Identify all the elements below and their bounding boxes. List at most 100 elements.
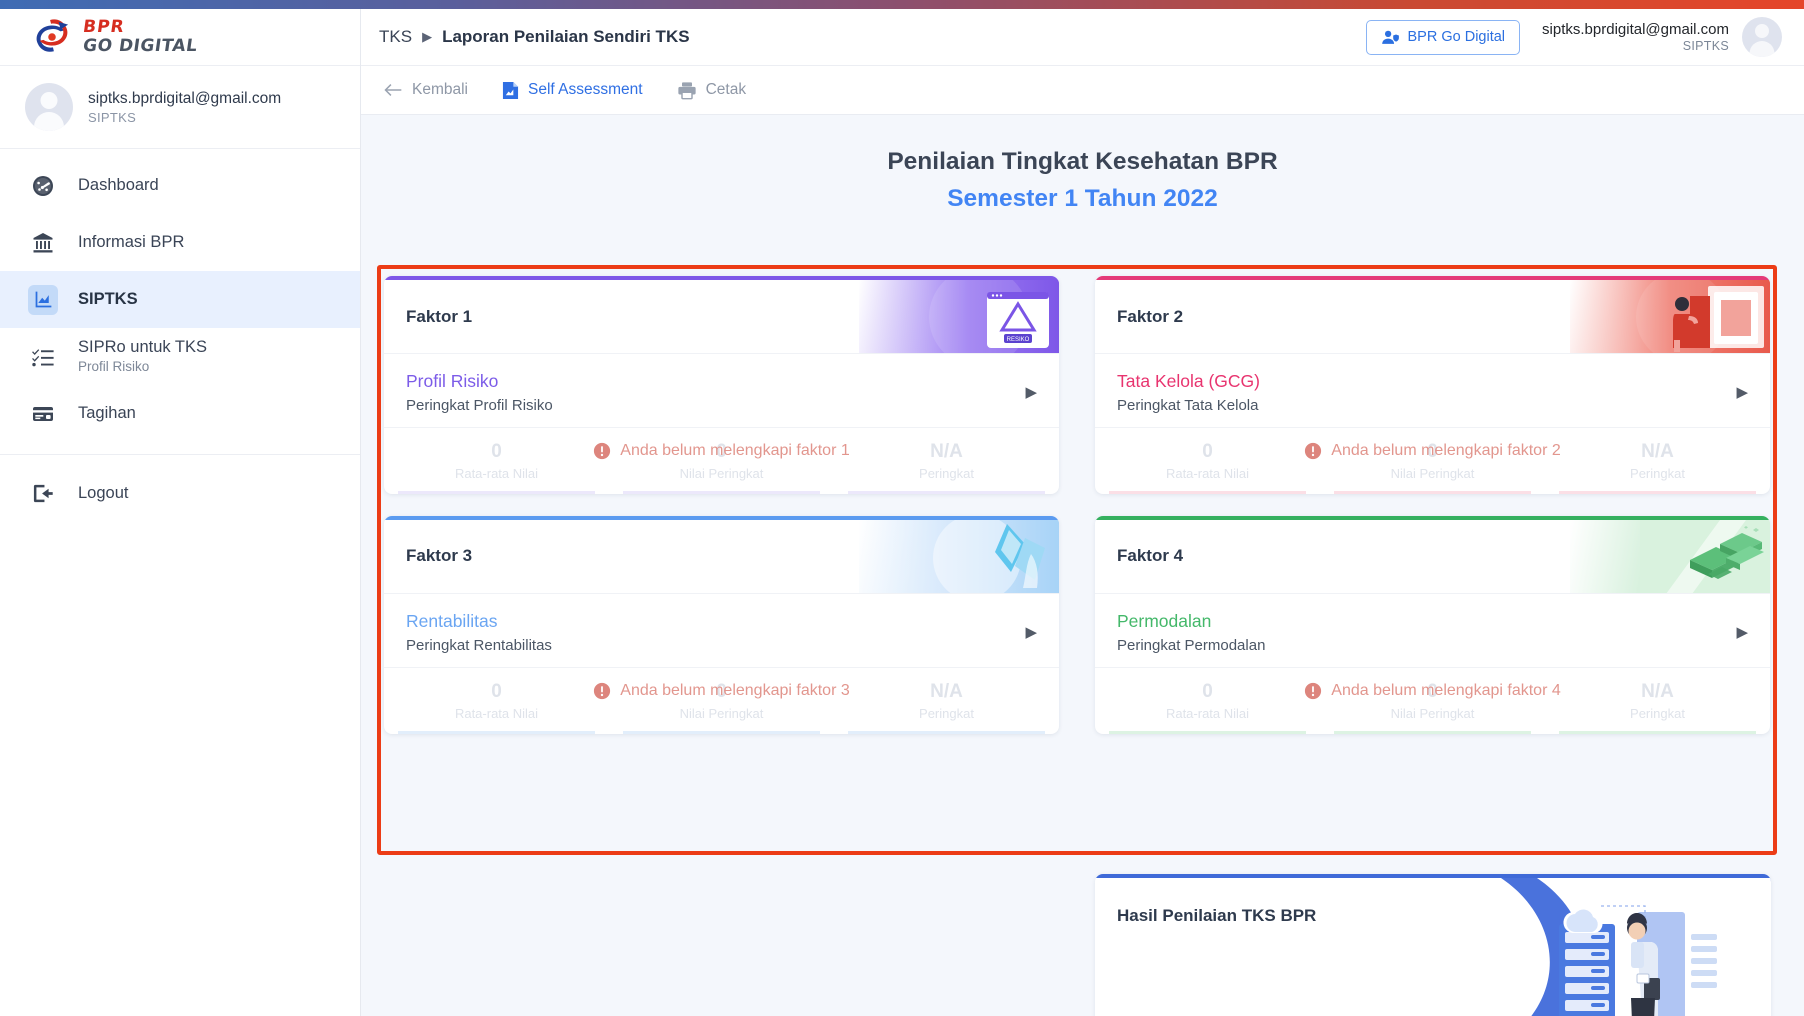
alert-circle-icon	[594, 682, 611, 699]
factor-subtitle: Peringkat Permodalan	[1117, 636, 1266, 654]
stat-label: Nilai Peringkat	[679, 705, 764, 721]
action-bar: Kembali Self Assessment Cetak	[361, 66, 1804, 115]
chevron-right-icon[interactable]: ▶	[1736, 623, 1748, 641]
avatar	[1742, 17, 1782, 57]
main-content: TKS ▶ Laporan Penilaian Sendiri TKS BPR …	[361, 9, 1804, 1016]
stat-underline	[1334, 490, 1531, 494]
sidebar-divider	[0, 454, 360, 455]
stat-underline	[398, 490, 595, 494]
bank-icon	[28, 228, 58, 258]
stat-rank-value: 0 Nilai Peringkat	[609, 428, 834, 494]
card-header-title: Faktor 3	[406, 546, 473, 566]
brand-name-secondary: GO DIGITAL	[81, 36, 199, 56]
stat-underline	[1559, 730, 1756, 734]
sidebar-item-dashboard[interactable]: Dashboard	[0, 157, 360, 214]
chevron-right-icon[interactable]: ▶	[1736, 383, 1748, 401]
back-button[interactable]: Kembali	[383, 81, 468, 99]
sidebar-item-label: Informasi BPR	[78, 233, 185, 251]
chevron-right-icon[interactable]: ▶	[1025, 383, 1037, 401]
card-stats: 0 Rata-rata Nilai 0 Nilai Peringkat N/A …	[384, 668, 1059, 734]
card-header: Faktor 1 RESIKO	[384, 280, 1059, 354]
stat-rank: N/A Peringkat	[1545, 428, 1770, 494]
result-card[interactable]: Hasil Penilaian TKS BPR	[1095, 874, 1771, 1016]
sidebar-item-label: Dashboard	[78, 176, 159, 194]
card-body[interactable]: Tata Kelola (GCG) Peringkat Tata Kelola …	[1095, 354, 1770, 428]
money-stack-illustration	[1570, 519, 1770, 593]
stat-rank-value: 0 Nilai Peringkat	[609, 668, 834, 734]
sidebar-item-label: SIPRo untuk TKS	[78, 338, 208, 357]
self-assessment-label: Self Assessment	[528, 81, 643, 98]
breadcrumb: TKS ▶ Laporan Penilaian Sendiri TKS	[379, 27, 690, 47]
stat-underline	[848, 490, 1045, 494]
stat-label: Nilai Peringkat	[679, 465, 764, 481]
factor-subtitle: Peringkat Rentabilitas	[406, 636, 552, 654]
factor-card[interactable]: Faktor 2 Tata Kelola (GCG) Peringkat Tat…	[1095, 276, 1770, 494]
factor-name: Permodalan	[1117, 610, 1212, 631]
incomplete-warning: Anda belum melengkapi faktor 1	[384, 442, 1059, 460]
card-header-title: Faktor 2	[1117, 306, 1184, 326]
sidebar-user-block[interactable]: siptks.bprdigital@gmail.com SIPTKS	[0, 66, 360, 149]
factor-card[interactable]: Faktor 4 Permodalan Peringkat Permodalan…	[1095, 515, 1770, 734]
stat-average: 0 Rata-rata Nilai	[384, 668, 609, 734]
factor-card-grid: Faktor 1 RESIKO Profil Risiko Peringkat …	[384, 276, 1770, 734]
card-stats: 0 Rata-rata Nilai 0 Nilai Peringkat N/A …	[1095, 668, 1770, 734]
chevron-right-icon[interactable]: ▶	[1025, 623, 1037, 641]
header-user-role: SIPTKS	[1682, 38, 1729, 53]
profitability-illustration	[859, 519, 1059, 593]
stat-rank-value: 0 Nilai Peringkat	[1320, 668, 1545, 734]
stat-underline	[848, 730, 1045, 734]
sidebar-item-tagihan[interactable]: Tagihan	[0, 385, 360, 442]
incomplete-warning: Anda belum melengkapi faktor 3	[384, 682, 1059, 700]
stat-label: Nilai Peringkat	[1390, 465, 1475, 481]
sidebar-item-sipro-untuk-tks[interactable]: SIPRo untuk TKS Profil Risiko	[0, 328, 360, 385]
warning-text: Anda belum melengkapi faktor 1	[620, 441, 850, 459]
data-center-technician-illustration	[1441, 878, 1771, 1016]
area-chart-icon	[28, 284, 58, 315]
risk-warning-illustration: RESIKO	[859, 280, 1059, 353]
stat-underline	[1109, 490, 1306, 494]
factor-subtitle: Peringkat Tata Kelola	[1117, 396, 1259, 414]
page-heading: Penilaian Tingkat Kesehatan BPR Semester…	[361, 115, 1804, 213]
header-user-block[interactable]: siptks.bprdigital@gmail.com SIPTKS	[1542, 17, 1782, 57]
sidebar-user-email: siptks.bprdigital@gmail.com	[88, 89, 282, 107]
sidebar-item-logout[interactable]: Logout	[0, 465, 360, 522]
sidebar: BPR GO DIGITAL siptks.bprdigital@gmail.c…	[0, 9, 361, 1016]
sidebar-item-siptks[interactable]: SIPTKS	[0, 271, 360, 328]
factor-name: Profil Risiko	[406, 371, 499, 391]
breadcrumb-root[interactable]: TKS	[379, 27, 412, 47]
gauge-icon	[28, 171, 58, 201]
factor-card[interactable]: Faktor 3 Rentabilitas Peringkat Rentabil…	[384, 515, 1059, 734]
stat-label: Peringkat	[1630, 705, 1685, 721]
stat-average: 0 Rata-rata Nilai	[384, 428, 609, 494]
stat-label: Peringkat	[919, 465, 974, 481]
stat-underline	[1334, 730, 1531, 734]
stat-rank-value: 0 Nilai Peringkat	[1320, 428, 1545, 494]
card-stats: 0 Rata-rata Nilai 0 Nilai Peringkat N/A …	[384, 428, 1059, 494]
bpr-go-digital-button[interactable]: BPR Go Digital	[1365, 19, 1521, 55]
alert-circle-icon	[1305, 682, 1322, 699]
stat-label: Rata-rata Nilai	[454, 705, 539, 721]
sidebar-item-informasi-bpr[interactable]: Informasi BPR	[0, 214, 360, 271]
stat-rank: N/A Peringkat	[1545, 668, 1770, 734]
arrow-left-icon	[384, 84, 402, 96]
brand-header[interactable]: BPR GO DIGITAL	[0, 9, 360, 66]
card-header-title: Faktor 1	[406, 306, 473, 326]
card-header: Faktor 3	[384, 519, 1059, 594]
stat-label: Nilai Peringkat	[1390, 705, 1475, 721]
stat-label: Rata-rata Nilai	[454, 465, 539, 481]
card-body[interactable]: Rentabilitas Peringkat Rentabilitas ▶	[384, 594, 1059, 668]
card-body[interactable]: Profil Risiko Peringkat Profil Risiko ▶	[384, 354, 1059, 428]
logout-icon	[28, 479, 58, 509]
factor-card[interactable]: Faktor 1 RESIKO Profil Risiko Peringkat …	[384, 276, 1059, 494]
governance-person-illustration	[1570, 280, 1770, 353]
factor-name: Rentabilitas	[406, 610, 498, 631]
print-button[interactable]: Cetak	[677, 81, 746, 100]
self-assessment-button[interactable]: Self Assessment	[502, 81, 643, 100]
file-report-icon	[502, 81, 519, 99]
bpr-go-digital-label: BPR Go Digital	[1407, 29, 1506, 45]
stat-label: Rata-rata Nilai	[1165, 465, 1250, 481]
card-body[interactable]: Permodalan Peringkat Permodalan ▶	[1095, 594, 1770, 668]
top-bar: TKS ▶ Laporan Penilaian Sendiri TKS BPR …	[361, 9, 1804, 66]
stat-underline	[398, 730, 595, 734]
header-user-email: siptks.bprdigital@gmail.com	[1542, 20, 1729, 38]
